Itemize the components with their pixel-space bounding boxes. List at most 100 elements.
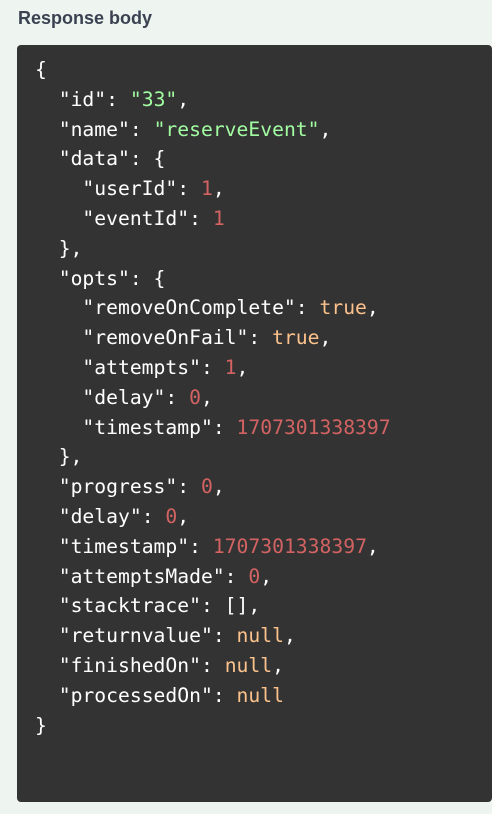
code-line: "returnvalue": null, [35,621,492,651]
json-number-value: 1707301338397 [236,415,391,439]
json-number-value: 1 [212,206,225,230]
json-punctuation: , [366,534,379,558]
json-punctuation: : [189,206,213,230]
json-punctuation [35,118,59,141]
response-json[interactable]: { "id": "33", "name": "reserveEvent", "d… [35,55,492,740]
json-punctuation: , [212,475,225,499]
json-key: "removeOnComplete" [82,296,296,320]
response-body-code-block[interactable]: { "id": "33", "name": "reserveEvent", "d… [17,45,492,802]
json-punctuation: : { [129,147,166,171]
json-punctuation: : [177,475,201,499]
json-punctuation: : [200,355,225,379]
json-punctuation: , [236,355,249,379]
json-punctuation [35,475,59,498]
json-punctuation: : [295,296,320,320]
json-punctuation: : [212,415,237,439]
json-punctuation [35,88,59,111]
json-punctuation [35,177,82,200]
code-line: "attemptsMade": 0, [35,562,492,592]
json-punctuation [35,416,82,439]
json-literal-value: true [272,326,320,350]
json-string-value: "reserveEvent" [153,117,320,141]
code-line: "removeOnFail": true, [35,323,492,353]
json-punctuation: }, [35,445,83,469]
response-body-title: Response body [18,8,153,28]
json-key: "finishedOn" [58,653,201,677]
json-punctuation [35,386,82,409]
code-line: "timestamp": 1707301338397, [35,532,492,562]
json-punctuation: : [212,624,237,648]
json-punctuation [35,535,59,558]
code-line: "delay": 0, [35,502,492,532]
code-line: "stacktrace": [], [35,591,492,621]
json-punctuation: , [177,87,190,111]
json-punctuation: } [35,713,47,737]
json-key: "attemptsMade" [58,564,225,588]
json-key: "name" [58,117,130,141]
json-punctuation [35,356,82,379]
json-punctuation: : [141,504,166,528]
json-key: "userId" [82,177,178,201]
json-key: "timestamp" [58,534,190,558]
json-number-value: 0 [165,504,178,528]
json-punctuation: , [177,504,190,528]
json-punctuation [35,594,59,617]
json-punctuation [35,654,59,677]
json-punctuation: : [106,87,130,111]
json-number-value: 0 [200,475,213,499]
json-key: "id" [58,87,107,111]
json-punctuation: : { [129,266,166,290]
code-line: "data": { [35,144,492,174]
json-key: "delay" [82,385,166,409]
json-punctuation: , [319,326,332,350]
json-punctuation [35,565,59,588]
json-punctuation: , [366,296,379,320]
json-key: "removeOnFail" [82,326,249,350]
code-line: "timestamp": 1707301338397 [35,413,492,443]
json-number-value: 1 [200,177,213,201]
json-punctuation [35,505,59,528]
json-number-value: 1707301338397 [212,534,367,558]
json-punctuation: , [272,653,284,677]
json-punctuation: { [35,58,47,81]
json-string-value: "33" [129,87,178,111]
code-line: { [35,55,492,85]
code-line: }, [35,234,492,264]
code-line: "name": "reserveEvent", [35,115,492,145]
code-line: "opts": { [35,264,492,294]
json-punctuation: : [177,177,201,201]
json-key: "attempts" [82,355,201,379]
json-punctuation [35,207,82,230]
json-number-value: 0 [189,385,201,409]
code-line: "removeOnComplete": true, [35,293,492,323]
json-key: "opts" [58,266,130,290]
json-punctuation: : [129,117,154,141]
json-punctuation [35,267,59,290]
json-number-value: 1 [224,355,237,379]
json-key: "stacktrace" [58,594,201,618]
json-punctuation: : [248,326,273,350]
json-literal-value: null [236,683,284,707]
json-punctuation: : [212,683,237,707]
code-line: } [35,711,492,741]
json-key: "returnvalue" [58,624,213,648]
json-punctuation: : [165,385,190,409]
json-punctuation: : [189,534,213,558]
json-punctuation: , [283,624,296,648]
json-key: "data" [58,147,130,171]
json-key: "processedOn" [58,683,213,707]
code-line: "processedOn": null [35,681,492,711]
json-punctuation: : [] [200,594,249,618]
code-line: }, [35,442,492,472]
json-punctuation: : [224,564,249,588]
json-punctuation: , [212,177,225,201]
code-line: "id": "33", [35,85,492,115]
code-line: "userId": 1, [35,174,492,204]
json-key: "progress" [58,475,178,499]
json-punctuation [35,147,59,170]
json-number-value: 0 [248,564,261,588]
json-key: "delay" [58,504,142,528]
code-line: "attempts": 1, [35,353,492,383]
json-literal-value: null [224,653,273,677]
json-punctuation [35,326,82,349]
